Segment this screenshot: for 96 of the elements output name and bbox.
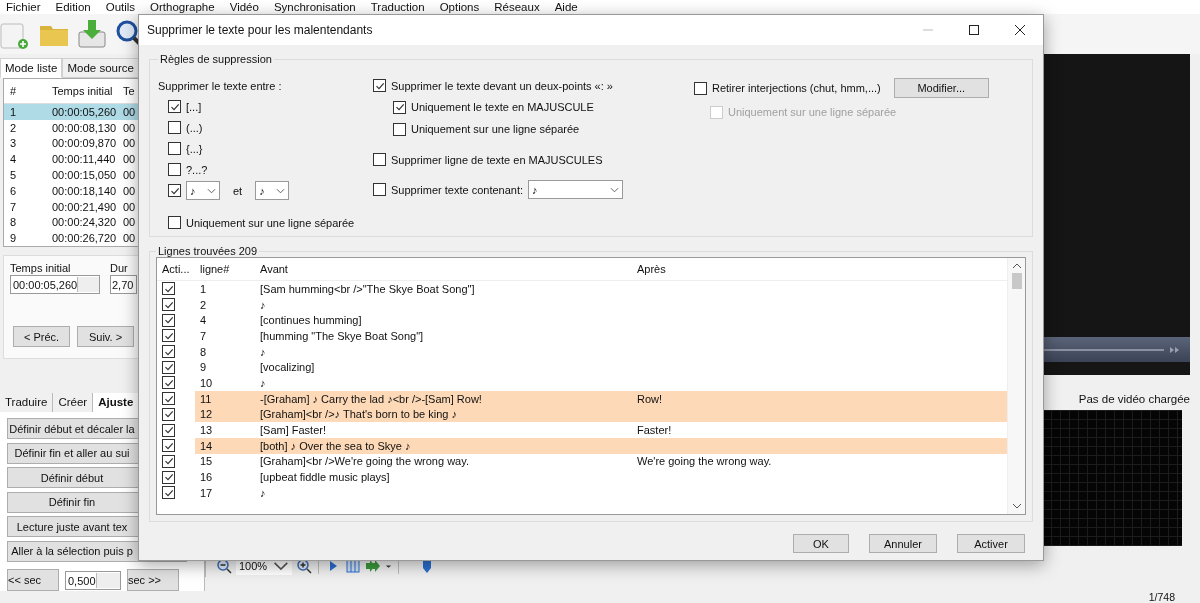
checkbox[interactable] xyxy=(168,163,181,176)
checkbox-label[interactable]: ?...? xyxy=(186,163,208,176)
menu-item[interactable]: Synchronisation xyxy=(267,1,365,14)
checkbox[interactable] xyxy=(162,470,175,484)
checkbox-label[interactable]: Uniquement sur une ligne séparée xyxy=(186,216,355,229)
menu-item[interactable]: Orthographe xyxy=(144,1,224,14)
field-label: Temps initial xyxy=(10,262,72,275)
time-field[interactable]: 00:00:05,260 xyxy=(10,275,100,295)
table-row[interactable]: 2 ♪ xyxy=(157,296,1007,313)
menu-item[interactable]: Edition xyxy=(49,1,100,14)
checkbox[interactable] xyxy=(694,81,707,95)
scrollbar[interactable] xyxy=(1007,258,1025,514)
checkbox[interactable] xyxy=(373,183,386,196)
checkbox[interactable] xyxy=(162,486,175,500)
checkbox[interactable] xyxy=(168,184,181,197)
table-row[interactable]: 1 [Sam humming<br />"The Skye Boat Song"] xyxy=(157,281,1007,297)
position-counter: 1/748 xyxy=(1148,591,1175,603)
checkbox-label[interactable]: Uniquement sur une ligne séparée xyxy=(411,123,580,135)
table-row[interactable]: 4 [continues humming] xyxy=(157,312,1007,329)
double-arrow-icon[interactable] xyxy=(365,558,381,574)
checkbox[interactable] xyxy=(168,142,181,155)
field-label: Dur xyxy=(110,262,128,275)
checkbox-label[interactable]: Supprimer le texte devant un deux-points «: » xyxy=(391,79,613,92)
video-controls[interactable] xyxy=(1042,337,1190,362)
scroll-thumb[interactable] xyxy=(1011,273,1022,289)
nav-button[interactable]: < Préc. xyxy=(13,326,70,348)
menu-item[interactable]: Fichier xyxy=(0,1,50,14)
tab[interactable]: Mode source xyxy=(62,58,139,78)
dialog-button[interactable]: Activer xyxy=(957,534,1025,553)
scroll-down-icon[interactable] xyxy=(1012,504,1021,509)
table-row[interactable]: 7 [humming "The Skye Boat Song"] xyxy=(157,328,1007,344)
dropdown[interactable]: ♪ xyxy=(528,180,624,199)
checkbox-label[interactable]: Supprimer texte contenant: xyxy=(391,183,524,196)
checkbox[interactable] xyxy=(393,100,406,114)
table-row[interactable]: 9 [vocalizing] xyxy=(157,359,1007,376)
scroll-up-icon[interactable] xyxy=(1012,263,1021,268)
table-row[interactable]: 8 ♪ xyxy=(157,343,1007,360)
checkbox-label[interactable]: Uniquement le texte en MAJUSCULE xyxy=(411,101,594,113)
menu-item[interactable]: Traduction xyxy=(364,1,434,14)
checkbox[interactable] xyxy=(373,79,386,92)
checkbox-label[interactable]: Retirer interjections (chut, hmm,...) xyxy=(712,82,881,94)
fast-forward-icon[interactable] xyxy=(1170,346,1180,353)
nav-button[interactable]: Suiv. > xyxy=(77,326,134,348)
dialog-button[interactable]: Annuler xyxy=(869,534,937,553)
checkbox[interactable] xyxy=(162,423,175,437)
column-header[interactable]: # xyxy=(4,85,46,97)
checkbox[interactable] xyxy=(162,407,175,421)
checkbox-label[interactable]: {...} xyxy=(186,142,203,155)
checkbox[interactable] xyxy=(162,439,175,453)
checkbox[interactable] xyxy=(162,360,175,374)
checkbox[interactable] xyxy=(393,122,406,136)
dialog-button[interactable]: OK xyxy=(793,534,849,553)
table-row[interactable]: 11 -[Graham] ♪ Carry the lad ♪<br />-[Sam] Row! Row! xyxy=(157,390,1007,407)
column-header[interactable]: Après xyxy=(632,263,1007,275)
checkbox-label[interactable]: (...) xyxy=(186,121,203,134)
menu-item[interactable]: Réseaux xyxy=(488,1,549,14)
step-forward-button[interactable]: sec >> xyxy=(127,569,179,591)
checkbox[interactable] xyxy=(168,100,181,113)
edit-button[interactable]: Modifier... xyxy=(893,78,989,98)
menu-item[interactable]: Outils xyxy=(99,1,145,14)
checkbox[interactable] xyxy=(168,121,181,134)
checkbox[interactable] xyxy=(162,329,175,343)
column-header[interactable]: Avant xyxy=(255,263,632,275)
checkbox[interactable] xyxy=(162,313,175,327)
checkbox[interactable] xyxy=(162,345,175,359)
menu-item[interactable]: Vidéo xyxy=(223,1,268,14)
menu-item[interactable]: Aide xyxy=(548,1,587,14)
maximize-icon[interactable] xyxy=(969,25,979,35)
checkbox[interactable] xyxy=(162,376,175,390)
column-header[interactable]: Acti... xyxy=(157,263,195,275)
dropdown[interactable]: ♪ xyxy=(255,181,290,200)
menu-item[interactable]: Options xyxy=(433,1,489,14)
duration-field[interactable]: 2,70 xyxy=(110,275,137,295)
tab[interactable]: Mode liste xyxy=(0,58,63,78)
joiner-label: et xyxy=(233,184,243,197)
step-field[interactable]: 0,500 xyxy=(65,571,121,590)
group-title: Règles de suppression xyxy=(159,53,273,65)
group-title: Lignes trouvées 209 xyxy=(157,245,259,257)
checkbox[interactable] xyxy=(162,298,175,312)
dialog-title: Supprimer le texte pour les malentendants xyxy=(147,23,374,37)
checkbox[interactable] xyxy=(373,153,386,166)
close-icon[interactable] xyxy=(1015,25,1025,35)
column-header[interactable]: Temps initial xyxy=(46,85,118,97)
dropdown[interactable]: ♪ xyxy=(186,181,220,200)
checkbox[interactable] xyxy=(168,216,181,229)
video-status: Pas de vidéo chargée xyxy=(1077,393,1190,405)
download-icon[interactable] xyxy=(76,18,108,50)
table-row[interactable]: 10 ♪ xyxy=(157,375,1007,391)
tab[interactable]: Ajuste xyxy=(93,392,140,412)
section-label: Supprimer le texte entre : xyxy=(158,79,282,92)
column-header[interactable]: ligne# xyxy=(195,263,255,275)
checkbox[interactable] xyxy=(162,392,175,406)
checkbox-label[interactable]: Supprimer ligne de texte en MAJUSCULES xyxy=(391,153,603,166)
step-back-button[interactable]: << sec xyxy=(7,569,59,591)
checkbox[interactable] xyxy=(162,454,175,468)
checkbox[interactable] xyxy=(162,282,175,296)
